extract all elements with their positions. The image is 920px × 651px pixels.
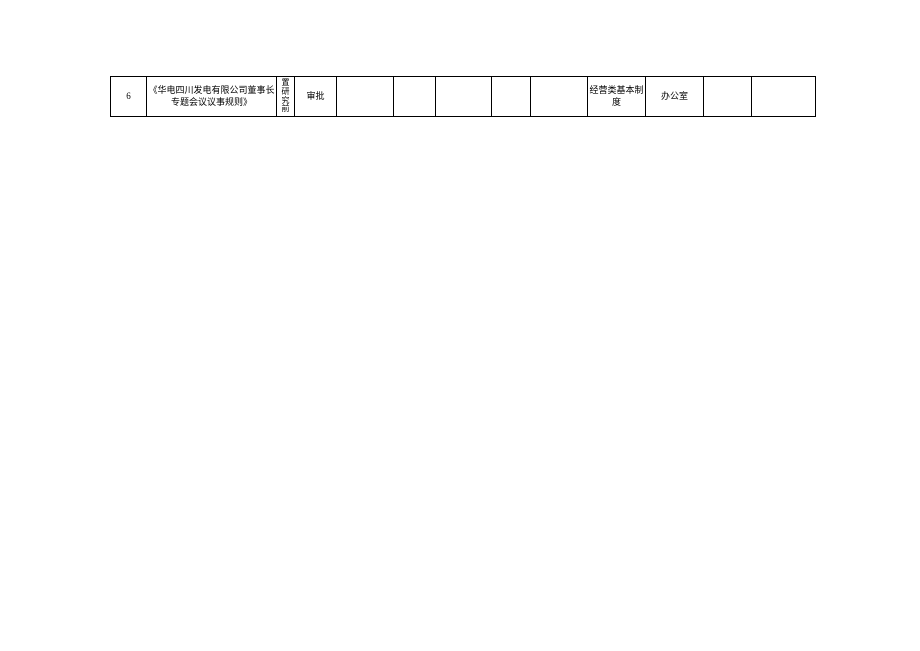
cell-c6	[436, 77, 492, 117]
cell-index: 6	[111, 77, 147, 117]
cell-c5	[394, 77, 436, 117]
cell-c11	[704, 77, 752, 117]
cell-c7	[492, 77, 531, 117]
cell-title: 《华电四川发电有限公司董事长专题会议议事规则》	[147, 77, 277, 117]
cell-c12	[752, 77, 816, 117]
document-table-container: 6 《华电四川发电有限公司董事长专题会议议事规则》 置研究前 审批 经营类基本制…	[110, 76, 815, 117]
cell-action: 审批	[295, 77, 337, 117]
cell-category: 经营类基本制度	[588, 77, 646, 117]
cell-c8	[531, 77, 588, 117]
cell-c4	[337, 77, 394, 117]
document-table: 6 《华电四川发电有限公司董事长专题会议议事规则》 置研究前 审批 经营类基本制…	[110, 76, 816, 117]
table-row: 6 《华电四川发电有限公司董事长专题会议议事规则》 置研究前 审批 经营类基本制…	[111, 77, 816, 117]
cell-department: 办公室	[646, 77, 704, 117]
cell-stage: 置研究前	[277, 77, 295, 117]
